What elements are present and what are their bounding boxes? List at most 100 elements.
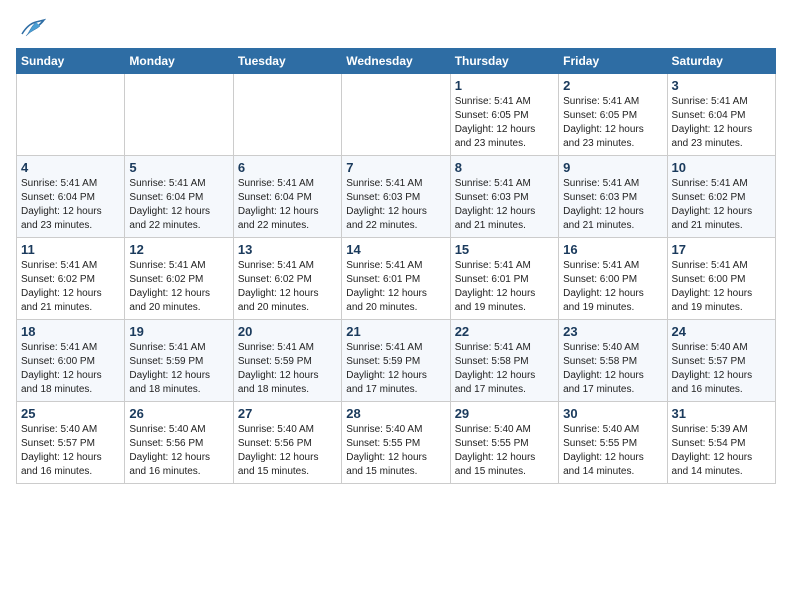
calendar-cell: 26 Sunrise: 5:40 AM Sunset: 5:56 PM Dayli… <box>125 402 233 484</box>
day-number: 27 <box>238 406 337 421</box>
day-number: 7 <box>346 160 445 175</box>
day-info: Sunrise: 5:40 AM Sunset: 5:56 PM Dayligh… <box>238 423 337 479</box>
day-number: 4 <box>21 160 120 175</box>
day-number: 16 <box>563 242 662 257</box>
day-number: 29 <box>455 406 554 421</box>
calendar-cell: 16 Sunrise: 5:41 AM Sunset: 6:00 PM Dayli… <box>559 238 667 320</box>
day-info: Sunrise: 5:41 AM Sunset: 6:05 PM Dayligh… <box>455 95 554 151</box>
calendar-cell: 11 Sunrise: 5:41 AM Sunset: 6:02 PM Dayli… <box>17 238 125 320</box>
day-info: Sunrise: 5:41 AM Sunset: 6:03 PM Dayligh… <box>563 177 662 233</box>
calendar-cell: 8 Sunrise: 5:41 AM Sunset: 6:03 PM Daylig… <box>450 156 558 238</box>
day-info: Sunrise: 5:40 AM Sunset: 5:56 PM Dayligh… <box>129 423 228 479</box>
day-number: 2 <box>563 78 662 93</box>
day-number: 21 <box>346 324 445 339</box>
calendar-cell <box>125 74 233 156</box>
day-number: 30 <box>563 406 662 421</box>
calendar-cell: 14 Sunrise: 5:41 AM Sunset: 6:01 PM Dayli… <box>342 238 450 320</box>
day-number: 25 <box>21 406 120 421</box>
day-info: Sunrise: 5:41 AM Sunset: 5:59 PM Dayligh… <box>346 341 445 397</box>
day-info: Sunrise: 5:40 AM Sunset: 5:55 PM Dayligh… <box>455 423 554 479</box>
day-number: 28 <box>346 406 445 421</box>
day-number: 11 <box>21 242 120 257</box>
calendar-cell: 27 Sunrise: 5:40 AM Sunset: 5:56 PM Dayli… <box>233 402 341 484</box>
day-info: Sunrise: 5:41 AM Sunset: 5:59 PM Dayligh… <box>238 341 337 397</box>
day-number: 31 <box>672 406 771 421</box>
day-info: Sunrise: 5:41 AM Sunset: 6:04 PM Dayligh… <box>129 177 228 233</box>
day-number: 19 <box>129 324 228 339</box>
day-number: 13 <box>238 242 337 257</box>
day-number: 8 <box>455 160 554 175</box>
day-info: Sunrise: 5:41 AM Sunset: 5:59 PM Dayligh… <box>129 341 228 397</box>
calendar-header <box>16 16 776 38</box>
weekday-header-saturday: Saturday <box>667 49 775 74</box>
logo <box>16 16 46 38</box>
day-number: 1 <box>455 78 554 93</box>
day-number: 6 <box>238 160 337 175</box>
day-number: 18 <box>21 324 120 339</box>
calendar-cell: 10 Sunrise: 5:41 AM Sunset: 6:02 PM Dayli… <box>667 156 775 238</box>
calendar-cell <box>233 74 341 156</box>
weekday-header-friday: Friday <box>559 49 667 74</box>
weekday-header-wednesday: Wednesday <box>342 49 450 74</box>
day-info: Sunrise: 5:39 AM Sunset: 5:54 PM Dayligh… <box>672 423 771 479</box>
logo-icon <box>18 16 46 38</box>
calendar-cell <box>17 74 125 156</box>
calendar-cell: 15Sunrise: 5:41 AM Sunset: 6:01 PM Dayli… <box>450 238 558 320</box>
calendar-cell: 25 Sunrise: 5:40 AM Sunset: 5:57 PM Dayli… <box>17 402 125 484</box>
day-info: Sunrise: 5:41 AM Sunset: 5:58 PM Dayligh… <box>455 341 554 397</box>
calendar-cell: 6 Sunrise: 5:41 AM Sunset: 6:04 PM Daylig… <box>233 156 341 238</box>
day-number: 15 <box>455 242 554 257</box>
calendar-cell: 28 Sunrise: 5:40 AM Sunset: 5:55 PM Dayli… <box>342 402 450 484</box>
calendar-week-3: 11 Sunrise: 5:41 AM Sunset: 6:02 PM Dayli… <box>17 238 776 320</box>
day-info: Sunrise: 5:41 AM Sunset: 6:04 PM Dayligh… <box>238 177 337 233</box>
calendar-cell: 4Sunrise: 5:41 AM Sunset: 6:04 PM Daylig… <box>17 156 125 238</box>
calendar-header-row: SundayMondayTuesdayWednesdayThursdayFrid… <box>17 49 776 74</box>
day-info: Sunrise: 5:41 AM Sunset: 6:03 PM Dayligh… <box>346 177 445 233</box>
calendar-cell: 18 Sunrise: 5:41 AM Sunset: 6:00 PM Dayli… <box>17 320 125 402</box>
weekday-header-sunday: Sunday <box>17 49 125 74</box>
day-info: Sunrise: 5:40 AM Sunset: 5:57 PM Dayligh… <box>21 423 120 479</box>
calendar-cell: 17 Sunrise: 5:41 AM Sunset: 6:00 PM Dayli… <box>667 238 775 320</box>
day-number: 14 <box>346 242 445 257</box>
day-info: Sunrise: 5:41 AM Sunset: 6:02 PM Dayligh… <box>672 177 771 233</box>
calendar-week-2: 4 Sunrise: 5:41 AM Sunset: 6:04 PM Daylig… <box>17 156 776 238</box>
calendar-cell: 9 Sunrise: 5:41 AM Sunset: 6:03 PM Daylig… <box>559 156 667 238</box>
day-info: Sunrise: 5:41 AM Sunset: 6:05 PM Dayligh… <box>563 95 662 151</box>
day-info: Sunrise: 5:41 AM Sunset: 6:01 PM Dayligh… <box>346 259 445 315</box>
day-info: Sunrise: 5:41 AM Sunset: 6:00 PM Dayligh… <box>672 259 771 315</box>
day-number: 3 <box>672 78 771 93</box>
calendar-cell: 7 Sunrise: 5:41 AM Sunset: 6:03 PM Daylig… <box>342 156 450 238</box>
calendar-week-4: 18 Sunrise: 5:41 AM Sunset: 6:00 PM Dayli… <box>17 320 776 402</box>
day-info: Sunrise: 5:40 AM Sunset: 5:55 PM Dayligh… <box>346 423 445 479</box>
calendar-cell: 19 Sunrise: 5:41 AM Sunset: 5:59 PM Dayli… <box>125 320 233 402</box>
day-info: Sunrise: 5:41 AM Sunset: 6:02 PM Dayligh… <box>21 259 120 315</box>
day-info: Sunrise: 5:41 AM Sunset: 6:03 PM Dayligh… <box>455 177 554 233</box>
day-number: 12 <box>129 242 228 257</box>
calendar-cell: 24 Sunrise: 5:40 AM Sunset: 5:57 PM Dayli… <box>667 320 775 402</box>
calendar-table: SundayMondayTuesdayWednesdayThursdayFrid… <box>16 48 776 484</box>
day-info: Sunrise: 5:41 AM Sunset: 6:00 PM Dayligh… <box>21 341 120 397</box>
day-number: 24 <box>672 324 771 339</box>
weekday-header-monday: Monday <box>125 49 233 74</box>
day-number: 10 <box>672 160 771 175</box>
calendar-cell: 3Sunrise: 5:41 AM Sunset: 6:04 PM Daylig… <box>667 74 775 156</box>
day-number: 23 <box>563 324 662 339</box>
day-info: Sunrise: 5:41 AM Sunset: 6:02 PM Dayligh… <box>129 259 228 315</box>
calendar-cell: 12 Sunrise: 5:41 AM Sunset: 6:02 PM Dayli… <box>125 238 233 320</box>
day-info: Sunrise: 5:40 AM Sunset: 5:57 PM Dayligh… <box>672 341 771 397</box>
day-number: 26 <box>129 406 228 421</box>
day-number: 5 <box>129 160 228 175</box>
calendar-cell <box>342 74 450 156</box>
calendar-cell: 30Sunrise: 5:40 AM Sunset: 5:55 PM Dayli… <box>559 402 667 484</box>
calendar-cell: 20Sunrise: 5:41 AM Sunset: 5:59 PM Dayli… <box>233 320 341 402</box>
weekday-header-tuesday: Tuesday <box>233 49 341 74</box>
day-info: Sunrise: 5:41 AM Sunset: 6:02 PM Dayligh… <box>238 259 337 315</box>
day-number: 17 <box>672 242 771 257</box>
calendar-cell: 23Sunrise: 5:40 AM Sunset: 5:58 PM Dayli… <box>559 320 667 402</box>
weekday-header-thursday: Thursday <box>450 49 558 74</box>
day-number: 22 <box>455 324 554 339</box>
day-number: 9 <box>563 160 662 175</box>
day-info: Sunrise: 5:41 AM Sunset: 6:00 PM Dayligh… <box>563 259 662 315</box>
calendar-cell: 1 Sunrise: 5:41 AM Sunset: 6:05 PM Daylig… <box>450 74 558 156</box>
calendar-cell: 22 Sunrise: 5:41 AM Sunset: 5:58 PM Dayli… <box>450 320 558 402</box>
